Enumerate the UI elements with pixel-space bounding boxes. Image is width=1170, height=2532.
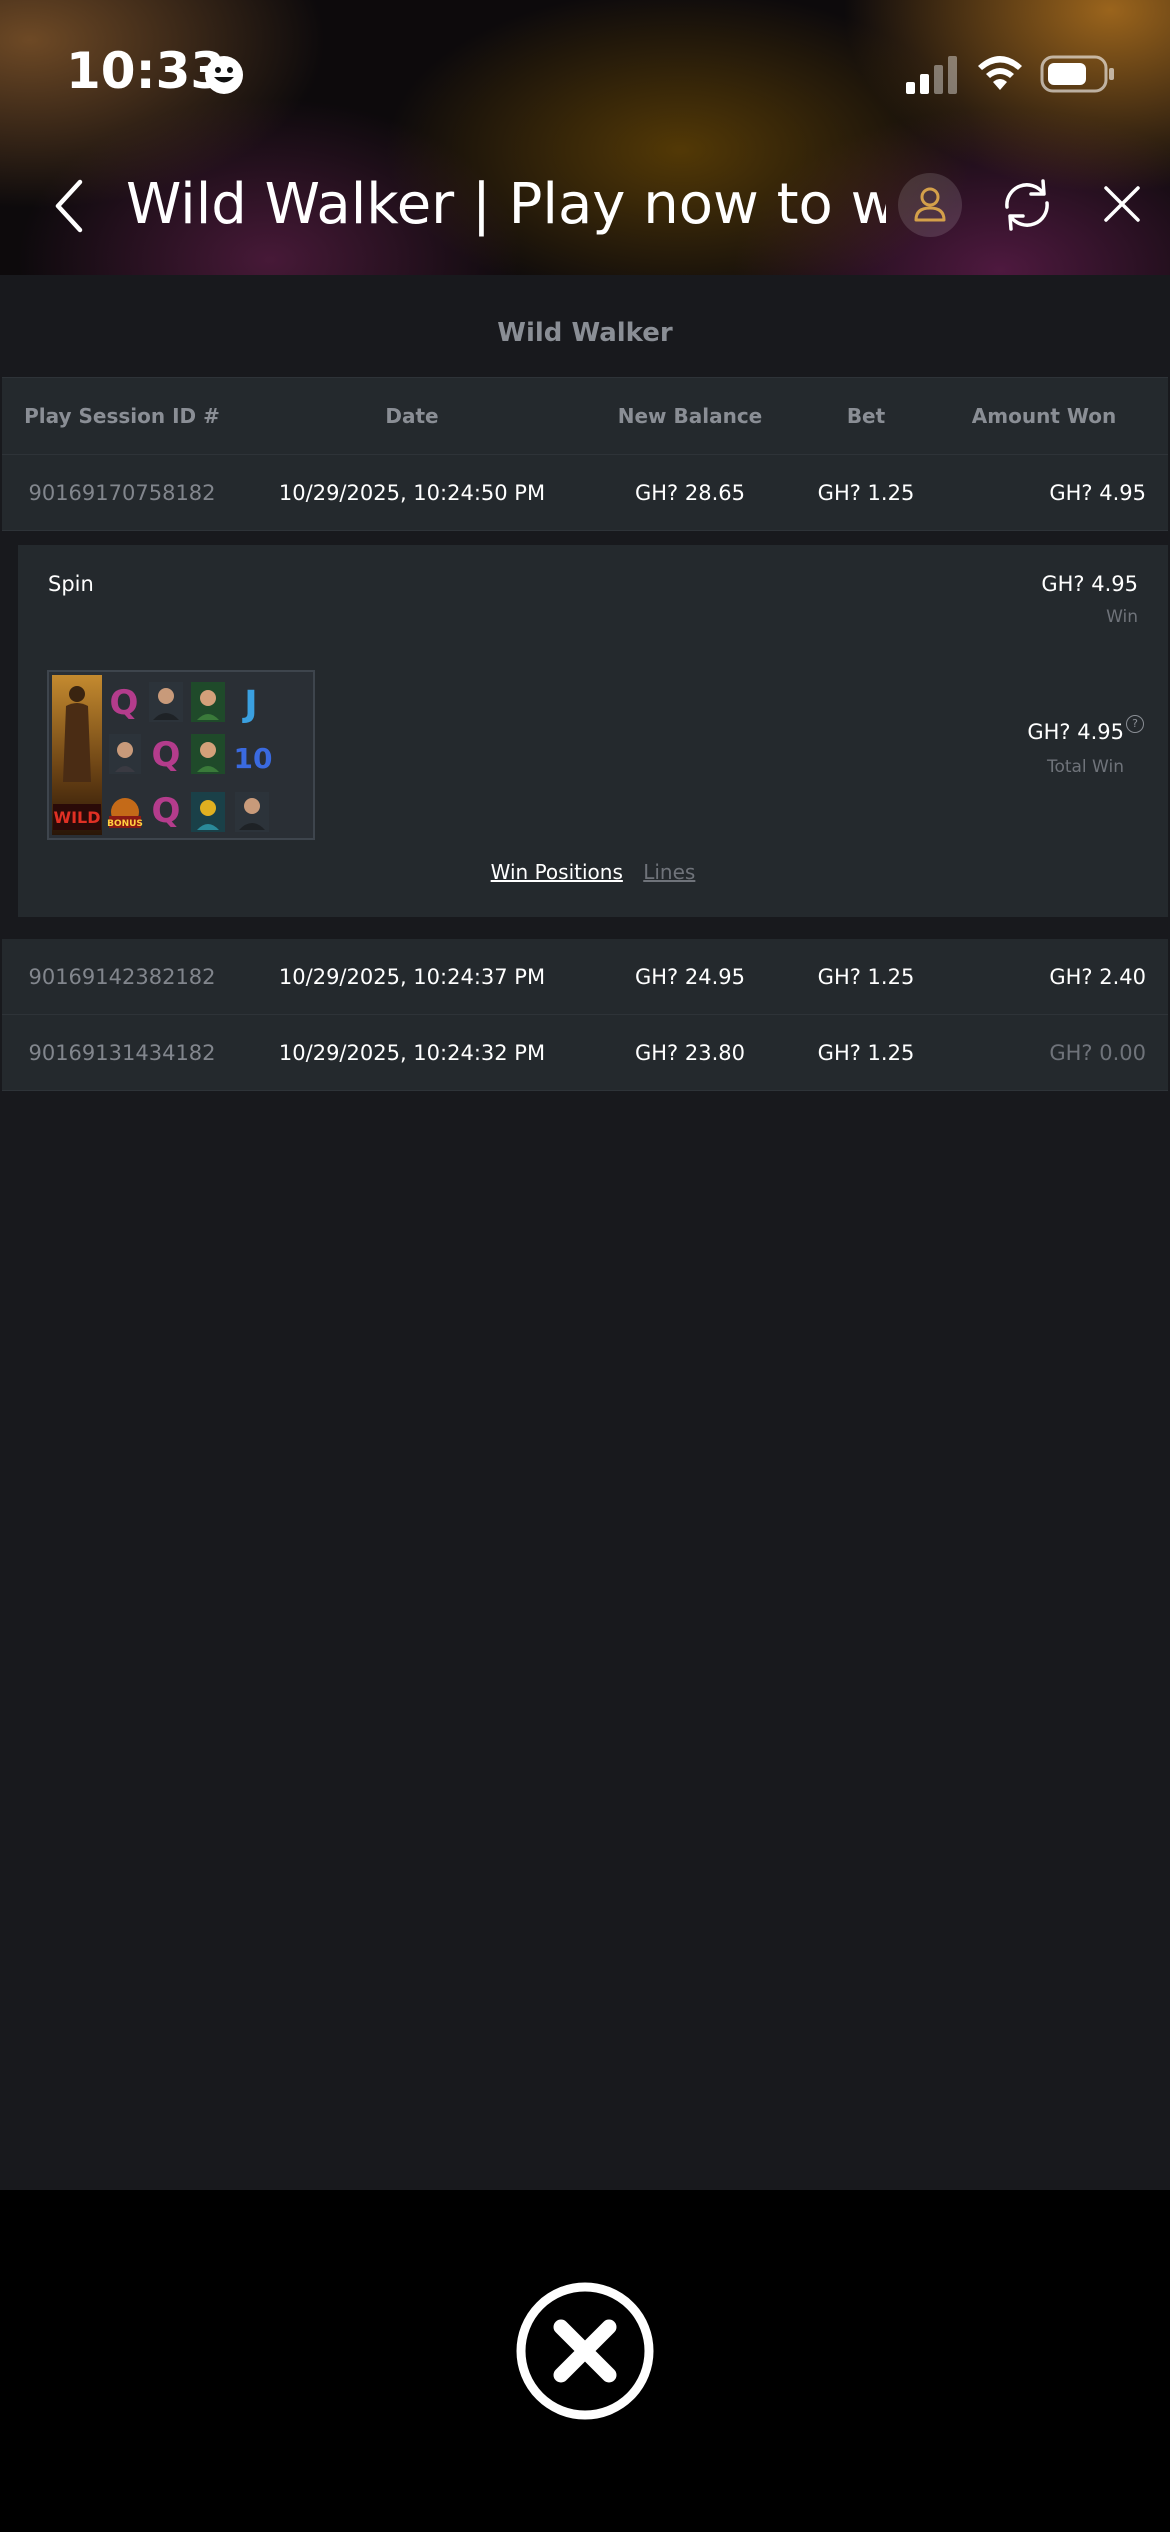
table-row[interactable]: 90169142382182 10/29/2025, 10:24:37 PM G… [2,939,1168,1015]
close-circle-icon[interactable] [515,2281,655,2421]
svg-text:J: J [241,684,257,725]
spin-detail-panel: Spin GH? 4.95 Win WILD Q BONUS Q Q J 10 … [18,545,1168,917]
smiley-icon [205,56,243,94]
svg-text:Q: Q [110,683,139,723]
spin-win-amount: GH? 4.95 [1041,572,1138,596]
tab-win-positions[interactable]: Win Positions [491,860,623,884]
session-amount-won: GH? 4.95 [1049,481,1146,505]
table-row[interactable]: 90169170758182 10/29/2025, 10:24:50 PM G… [2,455,1168,531]
table-row[interactable]: 90169131434182 10/29/2025, 10:24:32 PM G… [2,1015,1168,1091]
status-time: 10:33 [66,42,226,100]
column-header-new-balance: New Balance [617,404,763,428]
session-bet: GH? 1.25 [817,1041,915,1065]
back-chevron-icon[interactable] [50,176,90,236]
session-id: 90169170758182 [28,481,216,505]
total-win-amount: GH? 4.95 [1027,720,1124,744]
column-header-date: Date [385,404,439,428]
battery-icon [1040,55,1114,93]
session-date: 10/29/2025, 10:24:37 PM [278,965,546,989]
column-header-session-id: Play Session ID # [24,404,220,428]
column-header-amount-won: Amount Won [971,404,1117,428]
svg-text:Q: Q [152,735,181,775]
session-date: 10/29/2025, 10:24:50 PM [278,481,546,505]
cellular-signal-icon [906,56,957,94]
wifi-icon [978,56,1022,90]
session-balance: GH? 24.95 [634,965,745,989]
spin-label: Spin [48,572,94,596]
session-bet: GH? 1.25 [817,481,915,505]
session-amount-won: GH? 2.40 [1049,965,1146,989]
svg-text:Q: Q [152,791,181,831]
session-amount-won: GH? 0.00 [1049,1041,1146,1065]
app-header: 10:33 Wild Walker | Play now to w... [0,0,1170,275]
game-title: Wild Walker [497,318,673,348]
tab-lines[interactable]: Lines [643,860,695,884]
spin-win-label: Win [1106,607,1138,627]
svg-text:10: 10 [234,742,273,775]
total-win-label: Total Win [1046,757,1124,777]
table-header: Play Session ID # Date New Balance Bet A… [2,377,1168,455]
session-id: 90169142382182 [28,965,216,989]
reel-result-image: WILD Q BONUS Q Q J 10 [47,670,315,840]
close-icon[interactable] [1100,182,1144,226]
column-header-bet: Bet [846,404,886,428]
history-table: Play Session ID # Date New Balance Bet A… [2,377,1168,1091]
account-button[interactable] [898,173,962,237]
page-title: Wild Walker | Play now to w... [126,172,886,237]
spin-detail: Spin GH? 4.95 Win WILD Q BONUS Q Q J 10 … [2,531,1168,939]
svg-text:WILD: WILD [53,808,100,827]
session-balance: GH? 23.80 [634,1041,745,1065]
user-icon [914,187,946,222]
session-balance: GH? 28.65 [634,481,745,505]
svg-text:BONUS: BONUS [107,819,143,829]
session-id: 90169131434182 [28,1041,216,1065]
session-bet: GH? 1.25 [817,965,915,989]
history-content: Wild Walker Play Session ID # Date New B… [0,275,1170,2190]
bottom-bar [0,2190,1170,2532]
help-icon[interactable]: ? [1126,715,1144,733]
detail-tabs: Win Positions Lines [18,860,1168,884]
session-date: 10/29/2025, 10:24:32 PM [278,1041,546,1065]
refresh-icon[interactable] [999,175,1055,235]
